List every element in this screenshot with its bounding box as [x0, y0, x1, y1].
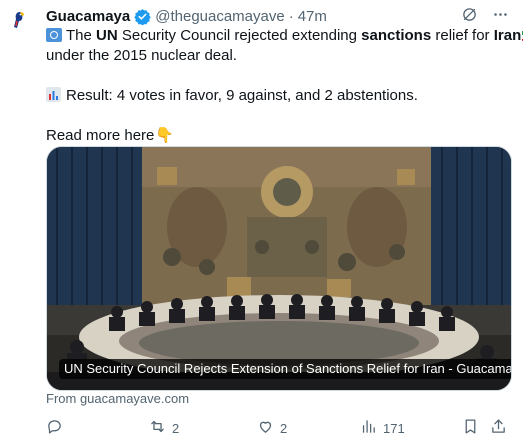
bookmark-button[interactable] — [462, 418, 479, 438]
parrot-avatar-icon — [14, 12, 24, 28]
verified-badge-icon — [134, 8, 151, 25]
repost-count: 2 — [172, 420, 180, 436]
action-bar: 2 2 171 — [46, 418, 512, 438]
post-line-1: The UN Security Council rejected extendi… — [46, 26, 523, 46]
bar-chart-emoji-icon — [46, 87, 61, 102]
avatar[interactable] — [7, 8, 31, 32]
repost-icon — [149, 418, 166, 438]
share-button[interactable] — [490, 418, 507, 438]
like-icon — [257, 418, 274, 438]
reply-icon — [46, 418, 63, 438]
like-button[interactable]: 2 — [257, 418, 287, 438]
views-icon — [360, 418, 377, 438]
hashtag-un[interactable]: UN — [96, 27, 118, 44]
un-flag-icon — [46, 28, 62, 42]
bookmark-icon — [462, 418, 479, 438]
card-caption: UN Security Council Rejects Extension of… — [59, 359, 511, 379]
card-image — [47, 147, 511, 390]
grok-icon[interactable] — [461, 6, 478, 27]
post-line-2: under the 2015 nuclear deal. — [46, 47, 237, 64]
pointing-down-emoji: 👇 — [155, 127, 175, 144]
separator-dot: · — [288, 7, 294, 25]
author-name[interactable]: Guacamaya — [46, 8, 130, 25]
views-count: 171 — [383, 420, 405, 436]
link-card[interactable]: UN Security Council Rejects Extension of… — [46, 146, 512, 391]
reply-button[interactable] — [46, 418, 63, 438]
more-icon[interactable] — [492, 6, 509, 27]
hashtag-sanctions[interactable]: sanctions — [361, 27, 431, 44]
hashtag-iran[interactable]: Iran — [494, 27, 522, 44]
header-actions — [461, 6, 509, 26]
card-source-link[interactable]: From guacamayave.com — [46, 391, 189, 406]
repost-button[interactable]: 2 — [149, 418, 179, 438]
author-handle[interactable]: @theguacamayave — [155, 8, 284, 25]
post-text: The UN Security Council rejected extendi… — [46, 26, 523, 146]
post-line-4: Read more here👇 — [46, 127, 175, 144]
post-line-3: Result: 4 votes in favor, 9 against, and… — [46, 86, 512, 106]
post-header: Guacamaya @theguacamayave · 47m — [46, 6, 509, 26]
views-button[interactable]: 171 — [360, 418, 405, 438]
post-time[interactable]: 47m — [298, 8, 327, 25]
share-icon — [490, 418, 507, 438]
like-count: 2 — [280, 420, 288, 436]
